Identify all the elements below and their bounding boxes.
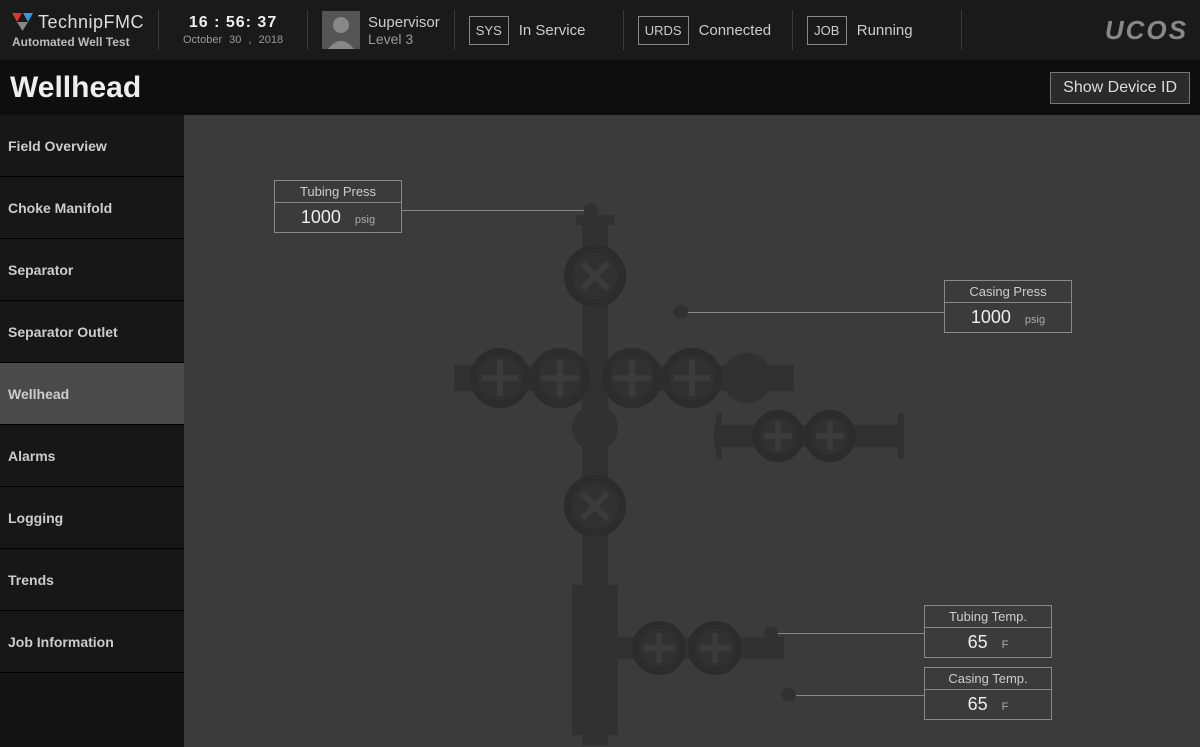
user-role: Supervisor bbox=[368, 14, 440, 31]
sidebar-item-separator-outlet[interactable]: Separator Outlet bbox=[0, 301, 184, 363]
valve-wheel-icon bbox=[804, 410, 856, 462]
readout-value-row: 65 F bbox=[924, 628, 1052, 658]
readout-value: 1000 bbox=[971, 307, 1011, 328]
sensor-dot-icon bbox=[674, 305, 688, 319]
readout-value: 65 bbox=[968, 694, 988, 715]
sidebar-item-separator[interactable]: Separator bbox=[0, 239, 184, 301]
clock-time: 16 : 56: 37 bbox=[189, 14, 277, 32]
valve-wheel-icon bbox=[752, 410, 804, 462]
readout-label: Casing Temp. bbox=[924, 667, 1052, 690]
valve-wheel-icon bbox=[551, 232, 639, 320]
readout-label: Tubing Press bbox=[274, 180, 402, 203]
flange-icon bbox=[572, 405, 618, 451]
vendor-logo: UCOS bbox=[1105, 15, 1188, 46]
lead-line bbox=[684, 312, 944, 313]
divider bbox=[307, 10, 308, 50]
valve-wheel-icon bbox=[551, 462, 639, 550]
wellhead-part-icon bbox=[576, 215, 614, 225]
divider bbox=[623, 10, 624, 50]
sidebar-item-alarms[interactable]: Alarms bbox=[0, 425, 184, 487]
app-header: TechnipFMC Automated Well Test 16 : 56: … bbox=[0, 0, 1200, 60]
wellhead-base-icon bbox=[572, 585, 618, 735]
readout-label: Tubing Temp. bbox=[924, 605, 1052, 628]
content-area: Field Overview Choke Manifold Separator … bbox=[0, 115, 1200, 747]
readout-value: 1000 bbox=[301, 207, 341, 228]
divider bbox=[792, 10, 793, 50]
status-urds: URDS Connected bbox=[638, 16, 778, 45]
diagram-canvas: Tubing Press 1000 psig Casing Press 1000… bbox=[184, 115, 1200, 747]
readout-casing-temp: Casing Temp. 65 F bbox=[924, 667, 1052, 720]
sidebar-item-wellhead[interactable]: Wellhead bbox=[0, 363, 184, 425]
sensor-dot-icon bbox=[782, 688, 796, 702]
readout-value-row: 1000 psig bbox=[944, 303, 1072, 333]
divider bbox=[158, 10, 159, 50]
status-job-text: Running bbox=[857, 22, 913, 39]
user-block: Supervisor Level 3 bbox=[322, 11, 440, 49]
sidebar-item-logging[interactable]: Logging bbox=[0, 487, 184, 549]
readout-unit: psig bbox=[355, 214, 375, 226]
valve-wheel-icon bbox=[632, 621, 686, 675]
readout-tubing-temp: Tubing Temp. 65 F bbox=[924, 605, 1052, 658]
lead-line bbox=[776, 633, 924, 634]
show-device-id-button[interactable]: Show Device ID bbox=[1050, 72, 1190, 104]
valve-wheel-icon bbox=[602, 348, 662, 408]
valve-wheel-icon bbox=[530, 348, 590, 408]
valve-wheel-icon bbox=[470, 348, 530, 408]
brand-name: TechnipFMC bbox=[38, 12, 144, 33]
readout-unit: F bbox=[1002, 701, 1009, 713]
readout-unit: psig bbox=[1025, 314, 1045, 326]
flange-icon bbox=[898, 413, 904, 459]
status-sys-text: In Service bbox=[519, 22, 586, 39]
sidebar-item-trends[interactable]: Trends bbox=[0, 549, 184, 611]
flange-icon bbox=[722, 353, 772, 403]
technipfmc-logo-icon bbox=[12, 13, 34, 31]
readout-label: Casing Press bbox=[944, 280, 1072, 303]
brand-logo: TechnipFMC bbox=[12, 12, 144, 33]
valve-wheel-icon bbox=[688, 621, 742, 675]
readout-value-row: 1000 psig bbox=[274, 203, 402, 233]
status-urds-code: URDS bbox=[638, 16, 689, 45]
clock-date: October 30 , 2018 bbox=[183, 34, 283, 46]
brand-subtitle: Automated Well Test bbox=[12, 35, 144, 49]
readout-unit: F bbox=[1002, 639, 1009, 651]
page-title: Wellhead bbox=[10, 71, 141, 105]
title-bar: Wellhead Show Device ID bbox=[0, 60, 1200, 115]
status-job-code: JOB bbox=[807, 16, 847, 45]
divider bbox=[961, 10, 962, 50]
readout-casing-press: Casing Press 1000 psig bbox=[944, 280, 1072, 333]
status-job: JOB Running bbox=[807, 16, 947, 45]
sidebar-item-choke-manifold[interactable]: Choke Manifold bbox=[0, 177, 184, 239]
readout-value: 65 bbox=[968, 632, 988, 653]
sidebar-item-field-overview[interactable]: Field Overview bbox=[0, 115, 184, 177]
sidebar: Field Overview Choke Manifold Separator … bbox=[0, 115, 184, 747]
status-sys: SYS In Service bbox=[469, 16, 609, 45]
sidebar-item-job-information[interactable]: Job Information bbox=[0, 611, 184, 673]
clock-block: 16 : 56: 37 October 30 , 2018 bbox=[173, 14, 293, 46]
status-sys-code: SYS bbox=[469, 16, 509, 45]
flange-icon bbox=[716, 413, 722, 459]
status-urds-text: Connected bbox=[699, 22, 772, 39]
divider bbox=[454, 10, 455, 50]
lead-line bbox=[402, 210, 587, 211]
lead-line bbox=[794, 695, 924, 696]
avatar-icon bbox=[322, 11, 360, 49]
readout-value-row: 65 F bbox=[924, 690, 1052, 720]
user-level: Level 3 bbox=[368, 31, 440, 47]
valve-wheel-icon bbox=[662, 348, 722, 408]
readout-tubing-press: Tubing Press 1000 psig bbox=[274, 180, 402, 233]
brand-block: TechnipFMC Automated Well Test bbox=[12, 12, 144, 49]
